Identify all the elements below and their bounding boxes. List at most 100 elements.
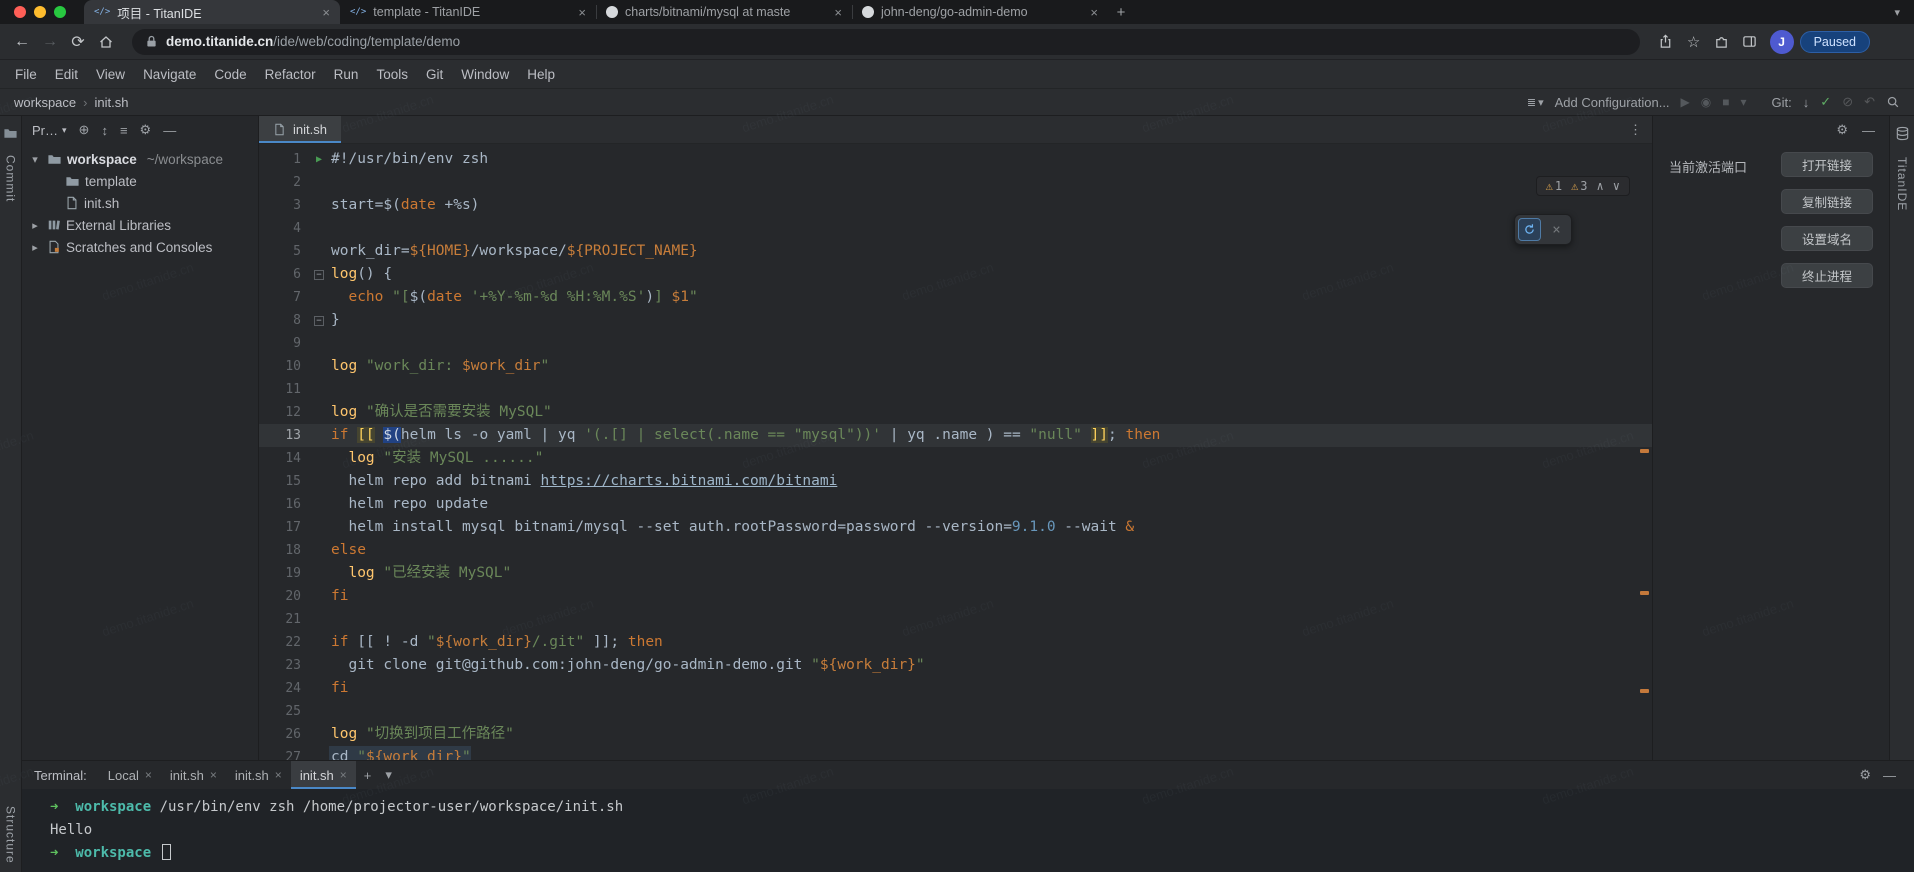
kill-process-button[interactable]: 终止进程 xyxy=(1781,263,1873,288)
code-line[interactable]: 22if [[ ! -d "${work_dir}/.git" ]]; then xyxy=(259,631,1652,654)
share-button[interactable] xyxy=(1652,28,1680,56)
collapse-all-button[interactable]: ≡ xyxy=(120,123,128,138)
menu-navigate[interactable]: Navigate xyxy=(134,60,205,88)
terminal-content[interactable]: ➜ workspace /usr/bin/env zsh /home/proje… xyxy=(22,789,1914,872)
code-line[interactable]: 12log "确认是否需要安装 MySQL" xyxy=(259,401,1652,424)
new-terminal-button[interactable]: + xyxy=(358,768,378,783)
menu-view[interactable]: View xyxy=(87,60,134,88)
scrollbar-mark[interactable] xyxy=(1640,449,1649,453)
open-link-button[interactable]: 打开链接 xyxy=(1781,152,1873,177)
code-line[interactable]: 16 helm repo update xyxy=(259,493,1652,516)
run-button[interactable]: ▶ xyxy=(1681,95,1690,109)
close-tab-icon[interactable]: × xyxy=(834,5,842,20)
tree-item-workspace[interactable]: ▾workspace~/workspace xyxy=(22,148,258,170)
forward-button[interactable]: → xyxy=(36,28,64,56)
close-tab-icon[interactable]: × xyxy=(275,768,282,782)
reload-button[interactable]: ⟳ xyxy=(64,28,92,56)
code-line[interactable]: 1▶#!/usr/bin/env zsh xyxy=(259,148,1652,171)
terminal-tab[interactable]: init.sh× xyxy=(226,761,291,789)
terminal-settings-icon[interactable]: ⚙ xyxy=(1859,767,1871,783)
code-line[interactable]: 7 echo "[$(date '+%Y-%m-%d %H:%M.%S')] $… xyxy=(259,286,1652,309)
scrollbar-mark[interactable] xyxy=(1640,591,1649,595)
browser-tab[interactable]: </>template - TitanIDE× xyxy=(340,0,596,24)
close-tab-icon[interactable]: × xyxy=(322,5,330,20)
breadcrumb-file[interactable]: init.sh xyxy=(94,95,128,110)
code-line[interactable]: 4 xyxy=(259,217,1652,240)
editor-body[interactable]: ⚠1 ⚠3 ∧ ∨ × xyxy=(259,144,1652,760)
git-update-button[interactable]: ↓ xyxy=(1803,95,1810,110)
bookmark-button[interactable]: ☆ xyxy=(1680,28,1708,56)
code-line[interactable]: 18else xyxy=(259,539,1652,562)
menu-help[interactable]: Help xyxy=(518,60,564,88)
prev-problem-icon[interactable]: ∧ xyxy=(1597,179,1604,193)
terminal-dropdown-icon[interactable]: ▾ xyxy=(379,767,398,783)
editor-tab-init-sh[interactable]: init.sh xyxy=(259,116,341,143)
fold-marker-icon[interactable]: − xyxy=(309,309,329,332)
run-script-icon[interactable]: ▶ xyxy=(309,148,329,171)
scrollbar-mark[interactable] xyxy=(1640,689,1649,693)
copy-link-button[interactable]: 复制链接 xyxy=(1781,189,1873,214)
code-line[interactable]: 13if [[ $(helm ls -o yaml | yq '(.[] | s… xyxy=(259,424,1652,447)
set-domain-button[interactable]: 设置域名 xyxy=(1781,226,1873,251)
chevron-right-icon[interactable]: ▸ xyxy=(28,241,42,254)
browser-tab[interactable]: john-deng/go-admin-demo× xyxy=(852,0,1108,24)
titanide-tool-window-button[interactable]: TitanIDE xyxy=(1895,157,1909,211)
menu-run[interactable]: Run xyxy=(325,60,368,88)
expand-collapse-button[interactable]: ↕ xyxy=(101,123,108,138)
code-line[interactable]: 14 log "安装 MySQL ......" xyxy=(259,447,1652,470)
tree-item-external-libraries[interactable]: ▸External Libraries xyxy=(22,214,258,236)
code-line[interactable]: 11 xyxy=(259,378,1652,401)
paused-badge[interactable]: Paused xyxy=(1800,31,1870,53)
more-run-actions-chevron-icon[interactable]: ▾ xyxy=(1741,95,1747,109)
panel-settings-icon[interactable]: ⚙ xyxy=(1836,122,1848,138)
terminal-tab[interactable]: init.sh× xyxy=(291,761,356,789)
refresh-button[interactable] xyxy=(1518,218,1541,241)
commit-tool-window-button[interactable]: Commit xyxy=(4,155,18,202)
close-window-button[interactable] xyxy=(14,6,26,18)
back-button[interactable]: ← xyxy=(8,28,36,56)
code-line[interactable]: 24fi xyxy=(259,677,1652,700)
code-line[interactable]: 17 helm install mysql bitnami/mysql --se… xyxy=(259,516,1652,539)
tree-item-template[interactable]: template xyxy=(22,170,258,192)
terminal-tab[interactable]: Local× xyxy=(99,761,161,789)
code-line[interactable]: 8−} xyxy=(259,309,1652,332)
minimize-terminal-icon[interactable]: — xyxy=(1883,768,1896,783)
close-tab-icon[interactable]: × xyxy=(578,5,586,20)
next-problem-icon[interactable]: ∨ xyxy=(1613,179,1620,193)
hide-panel-button[interactable]: — xyxy=(163,123,176,138)
close-tab-icon[interactable]: × xyxy=(210,768,217,782)
code-line[interactable]: 5work_dir=${HOME}/workspace/${PROJECT_NA… xyxy=(259,240,1652,263)
project-view-selector[interactable]: Pr…▾ xyxy=(32,123,67,138)
code-line[interactable]: 6−log() { xyxy=(259,263,1652,286)
inspections-widget[interactable]: ⚠1 ⚠3 ∧ ∨ xyxy=(1536,176,1630,196)
terminal-tab[interactable]: init.sh× xyxy=(161,761,226,789)
close-tab-icon[interactable]: × xyxy=(340,768,347,782)
git-history-button[interactable]: ↶ xyxy=(1864,94,1875,110)
code-line[interactable]: 9 xyxy=(259,332,1652,355)
code-line[interactable]: 15 helm repo add bitnami https://charts.… xyxy=(259,470,1652,493)
hide-panel-icon[interactable]: — xyxy=(1862,123,1875,138)
maximize-window-button[interactable] xyxy=(54,6,66,18)
code-line[interactable]: 2 xyxy=(259,171,1652,194)
minimize-window-button[interactable] xyxy=(34,6,46,18)
database-tool-window-button[interactable] xyxy=(1895,126,1910,141)
menu-file[interactable]: File xyxy=(6,60,46,88)
structure-tool-window-button[interactable]: Structure xyxy=(4,806,18,864)
git-commit-button[interactable]: ✓ xyxy=(1820,94,1831,110)
editor-tab-options-icon[interactable]: ⋮ xyxy=(1629,122,1642,138)
debug-button[interactable]: ◉ xyxy=(1701,95,1711,109)
code-line[interactable]: 20fi xyxy=(259,585,1652,608)
new-tab-button[interactable]: + xyxy=(1108,4,1134,21)
menu-edit[interactable]: Edit xyxy=(46,60,87,88)
fold-marker-icon[interactable]: − xyxy=(309,263,329,286)
browser-tab[interactable]: </>项目 - TitanIDE× xyxy=(84,0,340,24)
code-line[interactable]: 26log "切换到项目工作路径" xyxy=(259,723,1652,746)
code-line[interactable]: 27cd "${work_dir}" xyxy=(259,746,1652,760)
address-bar[interactable]: demo.titanide.cn/ide/web/coding/template… xyxy=(132,29,1640,55)
code-line[interactable]: 25 xyxy=(259,700,1652,723)
tab-overflow-chevron-icon[interactable]: ▾ xyxy=(1894,6,1906,19)
close-icon[interactable]: × xyxy=(1545,218,1568,241)
code-line[interactable]: 21 xyxy=(259,608,1652,631)
side-panel-button[interactable] xyxy=(1736,28,1764,56)
chevron-right-icon[interactable]: ▸ xyxy=(28,219,42,232)
